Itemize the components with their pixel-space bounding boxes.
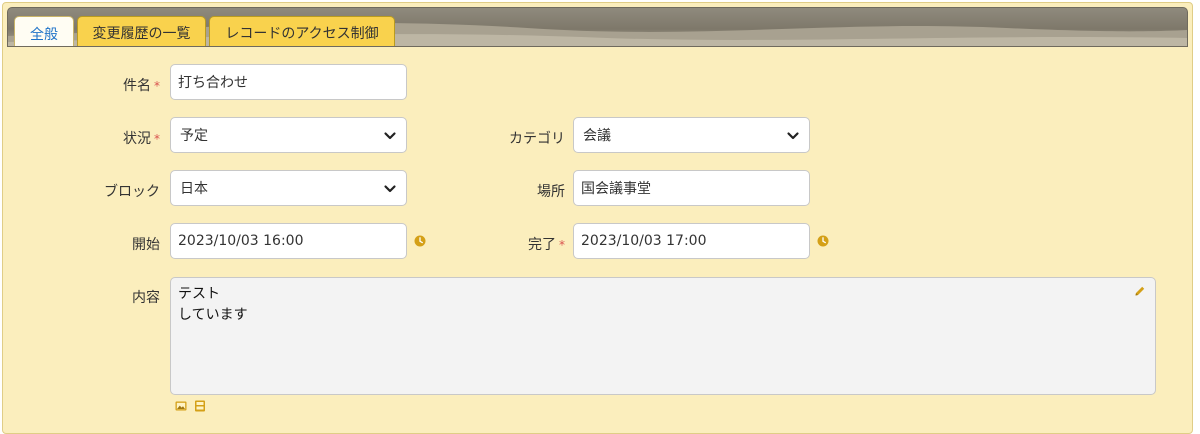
pencil-icon[interactable]: [1134, 285, 1146, 297]
tab-general[interactable]: 全般: [14, 16, 74, 46]
image-icon[interactable]: [175, 400, 187, 412]
chevron-down-icon: [787, 132, 799, 140]
clock-icon[interactable]: [817, 235, 829, 247]
subject-label: 件名 *: [123, 78, 160, 94]
block-label: ブロック: [104, 184, 160, 200]
status-value: 予定: [180, 128, 208, 144]
start-datetime-input[interactable]: 2023/10/03 16:00: [170, 223, 407, 259]
block-select[interactable]: 日本: [170, 170, 407, 206]
tab-access-control-label: レコードのアクセス制御: [225, 26, 379, 42]
chevron-down-icon: [384, 185, 396, 193]
tab-access-control[interactable]: レコードのアクセス制御: [209, 16, 395, 46]
content-label: 内容: [132, 290, 160, 306]
tab-change-history-label: 変更履歴の一覧: [92, 26, 191, 42]
content-line: テスト: [178, 286, 220, 302]
status-select[interactable]: 予定: [170, 117, 407, 153]
end-label: 完了 *: [528, 237, 565, 253]
category-value: 会議: [583, 128, 611, 144]
content-line: しています: [178, 307, 248, 323]
content-textarea[interactable]: テスト しています: [170, 277, 1156, 395]
end-value: 2023/10/03 17:00: [581, 233, 707, 249]
chevron-down-icon: [384, 132, 396, 140]
record-form: 件名 * 打ち合わせ 状況 * 予定 カテゴリ 会議 ブロック 日本 場所 国会…: [3, 47, 1192, 433]
block-value: 日本: [180, 181, 208, 197]
category-select[interactable]: 会議: [573, 117, 810, 153]
tab-change-history[interactable]: 変更履歴の一覧: [77, 16, 206, 46]
location-value: 国会議事堂: [581, 181, 651, 197]
clock-icon[interactable]: [414, 235, 426, 247]
subject-input[interactable]: 打ち合わせ: [170, 64, 407, 100]
subject-value: 打ち合わせ: [178, 75, 248, 91]
tab-general-label: 全般: [30, 27, 58, 43]
file-icon[interactable]: [194, 400, 206, 412]
start-value: 2023/10/03 16:00: [178, 233, 304, 249]
location-label: 場所: [537, 184, 565, 200]
tab-bar: 全般 変更履歴の一覧 レコードのアクセス制御: [7, 7, 1188, 47]
record-panel: 全般 変更履歴の一覧 レコードのアクセス制御 件名 * 打ち合わせ 状況 * 予定 …: [2, 2, 1193, 434]
category-label: カテゴリ: [509, 131, 565, 147]
start-label: 開始: [132, 237, 160, 253]
required-mark: *: [559, 238, 565, 252]
end-datetime-input[interactable]: 2023/10/03 17:00: [573, 223, 810, 259]
status-label: 状況 *: [123, 131, 160, 147]
required-mark: *: [154, 79, 160, 93]
required-mark: *: [154, 132, 160, 146]
location-input[interactable]: 国会議事堂: [573, 170, 810, 206]
